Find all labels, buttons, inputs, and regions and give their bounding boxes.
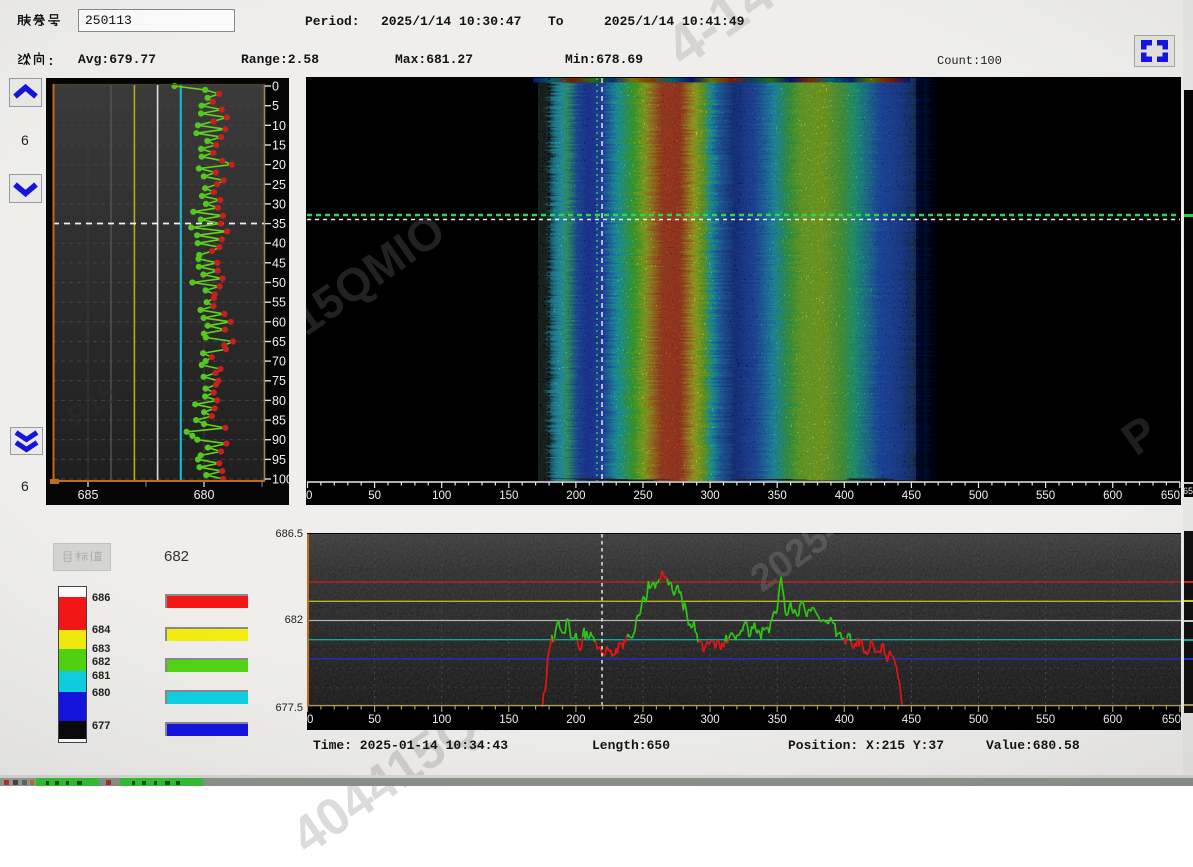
svg-text:65: 65 [272,335,286,349]
svg-text:680: 680 [194,488,215,502]
svg-text:60: 60 [272,315,286,329]
svg-text:300: 300 [701,490,720,502]
svg-text:20: 20 [272,158,286,172]
svg-text:0: 0 [272,80,279,94]
svg-text:50: 50 [368,490,381,502]
svg-text:100: 100 [432,714,451,726]
svg-text:400: 400 [835,490,854,502]
svg-text:400: 400 [835,714,854,726]
svg-text:45: 45 [272,256,286,270]
svg-text:685: 685 [78,488,99,502]
svg-text:100: 100 [272,473,289,487]
svg-text:15: 15 [272,139,286,153]
svg-text:30: 30 [272,197,286,211]
svg-text:600: 600 [1103,714,1122,726]
svg-text:85: 85 [272,414,286,428]
svg-text:5: 5 [272,99,279,113]
svg-text:200: 200 [566,490,585,502]
svg-text:75: 75 [272,374,286,388]
svg-text:600: 600 [1103,490,1122,502]
svg-text:25: 25 [272,178,286,192]
svg-text:550: 550 [1036,490,1055,502]
svg-text:250: 250 [633,714,652,726]
svg-text:90: 90 [272,433,286,447]
svg-text:80: 80 [272,394,286,408]
svg-text:550: 550 [1036,714,1055,726]
svg-text:650: 650 [1162,714,1181,726]
svg-text:0: 0 [306,490,312,502]
svg-text:150: 150 [499,490,518,502]
svg-text:200: 200 [566,714,585,726]
svg-text:450: 450 [902,490,921,502]
svg-text:650: 650 [1161,490,1180,502]
svg-text:95: 95 [272,453,286,467]
svg-text:55: 55 [272,296,286,310]
svg-text:150: 150 [499,714,518,726]
svg-text:500: 500 [969,714,988,726]
svg-text:300: 300 [701,714,720,726]
svg-text:250: 250 [633,490,652,502]
svg-text:500: 500 [969,490,988,502]
svg-text:350: 350 [768,714,787,726]
svg-text:10: 10 [272,119,286,133]
svg-text:0: 0 [307,714,313,726]
svg-text:100: 100 [432,490,451,502]
svg-text:70: 70 [272,355,286,369]
svg-text:350: 350 [768,490,787,502]
svg-text:50: 50 [272,276,286,290]
svg-text:35: 35 [272,217,286,231]
svg-text:50: 50 [368,714,381,726]
svg-text:40: 40 [272,237,286,251]
svg-text:450: 450 [902,714,921,726]
